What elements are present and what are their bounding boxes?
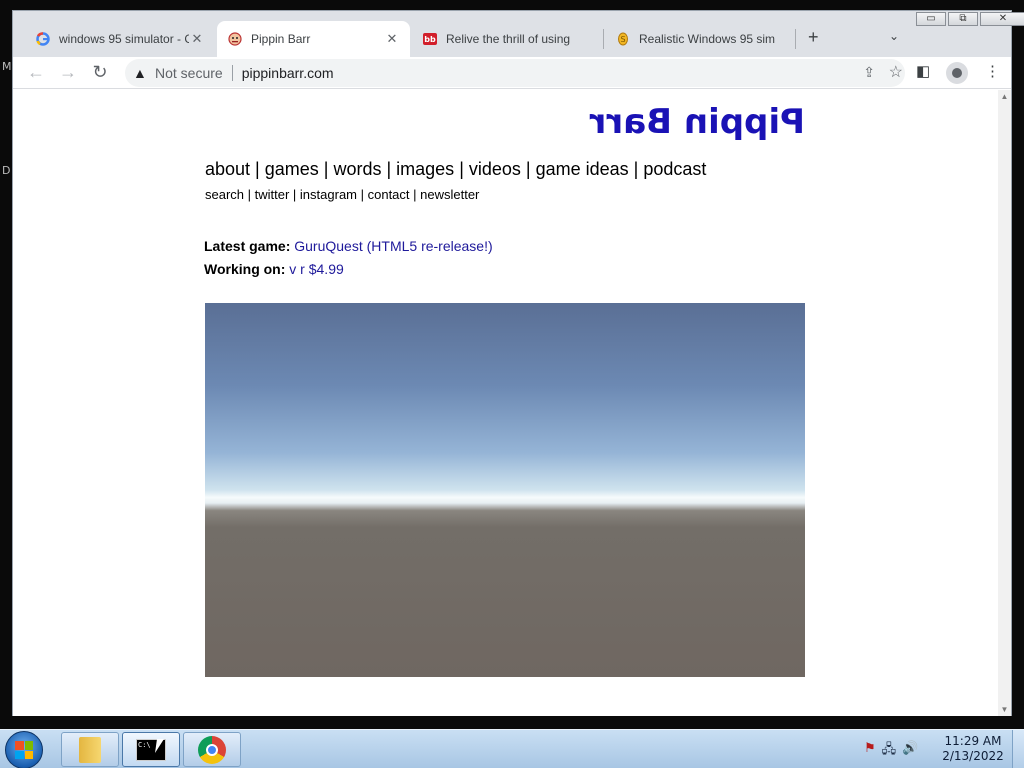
- latest-game-link[interactable]: GuruQuest (HTML5 re-release!): [294, 238, 492, 254]
- share-icon[interactable]: ⇪: [863, 64, 875, 81]
- windows-logo-icon: [15, 741, 33, 759]
- nav-about[interactable]: about: [205, 159, 250, 179]
- url-text[interactable]: pippinbarr.com: [242, 65, 334, 81]
- bb-icon: bb: [422, 31, 438, 47]
- start-button[interactable]: [5, 731, 43, 768]
- taskbar-command-prompt[interactable]: C:\: [122, 732, 180, 767]
- network-icon[interactable]: 🖧: [882, 740, 897, 762]
- side-panel-icon[interactable]: ◧: [916, 62, 930, 80]
- clock[interactable]: 11:29 AM 2/13/2022: [936, 734, 1010, 764]
- minimize-button[interactable]: ▭: [916, 12, 946, 26]
- svg-text:S: S: [620, 35, 625, 44]
- action-center-flag-icon[interactable]: ⚑: [864, 740, 876, 762]
- nav-podcast[interactable]: podcast: [643, 159, 706, 179]
- nav-images[interactable]: images: [396, 159, 454, 179]
- site-title[interactable]: Pippin Barr: [590, 102, 805, 142]
- volume-icon[interactable]: 🔊: [902, 740, 918, 762]
- tab-title: Realistic Windows 95 sim: [639, 32, 776, 46]
- taskbar-chrome[interactable]: [183, 732, 241, 767]
- scroll-up-arrow-icon[interactable]: ▲: [998, 92, 1011, 101]
- forward-arrow-icon[interactable]: →: [57, 62, 79, 84]
- tab-pippin-barr[interactable]: Pippin Barr ✕: [217, 21, 410, 57]
- nav-instagram[interactable]: instagram: [300, 187, 357, 202]
- chevron-down-icon[interactable]: ⌄: [889, 29, 899, 43]
- clock-date: 2/13/2022: [942, 749, 1004, 763]
- chrome-icon: [198, 735, 226, 764]
- back-arrow-icon[interactable]: ←: [25, 62, 47, 84]
- pippin-face-icon: [227, 31, 243, 47]
- browser-toolbar: ← → ↻ ▲ Not secure pippinbarr.com ⇪ ☆ ◧ …: [13, 57, 1011, 89]
- scroll-down-arrow-icon[interactable]: ▼: [998, 705, 1011, 714]
- clock-time: 11:29 AM: [944, 734, 1002, 748]
- profile-avatar[interactable]: [946, 62, 968, 84]
- working-on-link[interactable]: v r $4.99: [289, 261, 343, 277]
- sub-nav: search | twitter | instagram | contact |…: [205, 187, 480, 202]
- tab-title: Pippin Barr: [251, 32, 311, 46]
- menu-kebab-icon[interactable]: ⋮: [985, 62, 1000, 80]
- security-label[interactable]: Not secure: [155, 65, 223, 81]
- tab-strip: windows 95 simulator - G ✕ Pippin Barr ✕…: [13, 11, 1024, 57]
- main-nav: about | games | words | images | videos …: [205, 159, 707, 179]
- latest-game-label: Latest game:: [204, 238, 291, 254]
- system-tray: ⚑ 🖧 🔊: [864, 740, 918, 762]
- working-on-line: Working on: v r $4.99: [204, 261, 344, 277]
- google-icon: [35, 31, 51, 47]
- show-desktop-button[interactable]: [1012, 730, 1024, 768]
- tab-separator: [795, 29, 796, 49]
- window-controls: ▭ ⧉ ✕: [916, 12, 1024, 26]
- nav-words[interactable]: words: [333, 159, 381, 179]
- nav-newsletter[interactable]: newsletter: [420, 187, 479, 202]
- desktop-letter-m: M: [2, 60, 12, 73]
- nav-search[interactable]: search: [205, 187, 244, 202]
- latest-game-line: Latest game: GuruQuest (HTML5 re-release…: [204, 238, 493, 254]
- working-on-label: Working on:: [204, 261, 286, 277]
- svg-text:bb: bb: [424, 35, 436, 44]
- web-page: Pippin Barr about | games | words | imag…: [13, 90, 998, 716]
- tab-google-search[interactable]: windows 95 simulator - G ✕: [25, 21, 215, 57]
- close-icon[interactable]: ✕: [189, 31, 205, 47]
- tab-separator: [603, 29, 604, 49]
- warning-icon[interactable]: ▲: [133, 65, 151, 81]
- address-bar[interactable]: ▲ Not secure pippinbarr.com ⇪ ☆: [125, 59, 905, 87]
- tab-title: windows 95 simulator - G: [59, 32, 189, 46]
- page-scrollbar[interactable]: ▲ ▼: [998, 90, 1011, 716]
- hero-game-canvas[interactable]: [205, 303, 805, 677]
- window-close-button[interactable]: ✕: [980, 12, 1024, 26]
- coin-icon: S: [615, 31, 631, 47]
- nav-twitter[interactable]: twitter: [255, 187, 290, 202]
- new-tab-button[interactable]: +: [808, 27, 819, 48]
- taskbar-file-explorer[interactable]: [61, 732, 119, 767]
- desktop-letter-d: D: [2, 164, 11, 177]
- nav-game-ideas[interactable]: game ideas: [536, 159, 629, 179]
- file-explorer-icon: [79, 736, 101, 763]
- taskbar: C:\ ⚑ 🖧 🔊 11:29 AM 2/13/2022: [0, 729, 1024, 768]
- nav-videos[interactable]: videos: [469, 159, 521, 179]
- nav-games[interactable]: games: [265, 159, 319, 179]
- bookmark-star-icon[interactable]: ☆: [889, 62, 903, 82]
- tab-title: Relive the thrill of using: [446, 32, 571, 46]
- tab-realistic-windows[interactable]: S Realistic Windows 95 sim: [605, 21, 795, 57]
- close-icon[interactable]: ✕: [384, 31, 400, 47]
- nav-contact[interactable]: contact: [368, 187, 410, 202]
- person-icon: [952, 68, 962, 78]
- reload-icon[interactable]: ↻: [89, 62, 111, 84]
- address-divider: [231, 65, 233, 81]
- tab-relive-thrill[interactable]: bb Relive the thrill of using: [412, 21, 602, 57]
- browser-window: windows 95 simulator - G ✕ Pippin Barr ✕…: [12, 10, 1024, 716]
- restore-button[interactable]: ⧉: [948, 12, 978, 26]
